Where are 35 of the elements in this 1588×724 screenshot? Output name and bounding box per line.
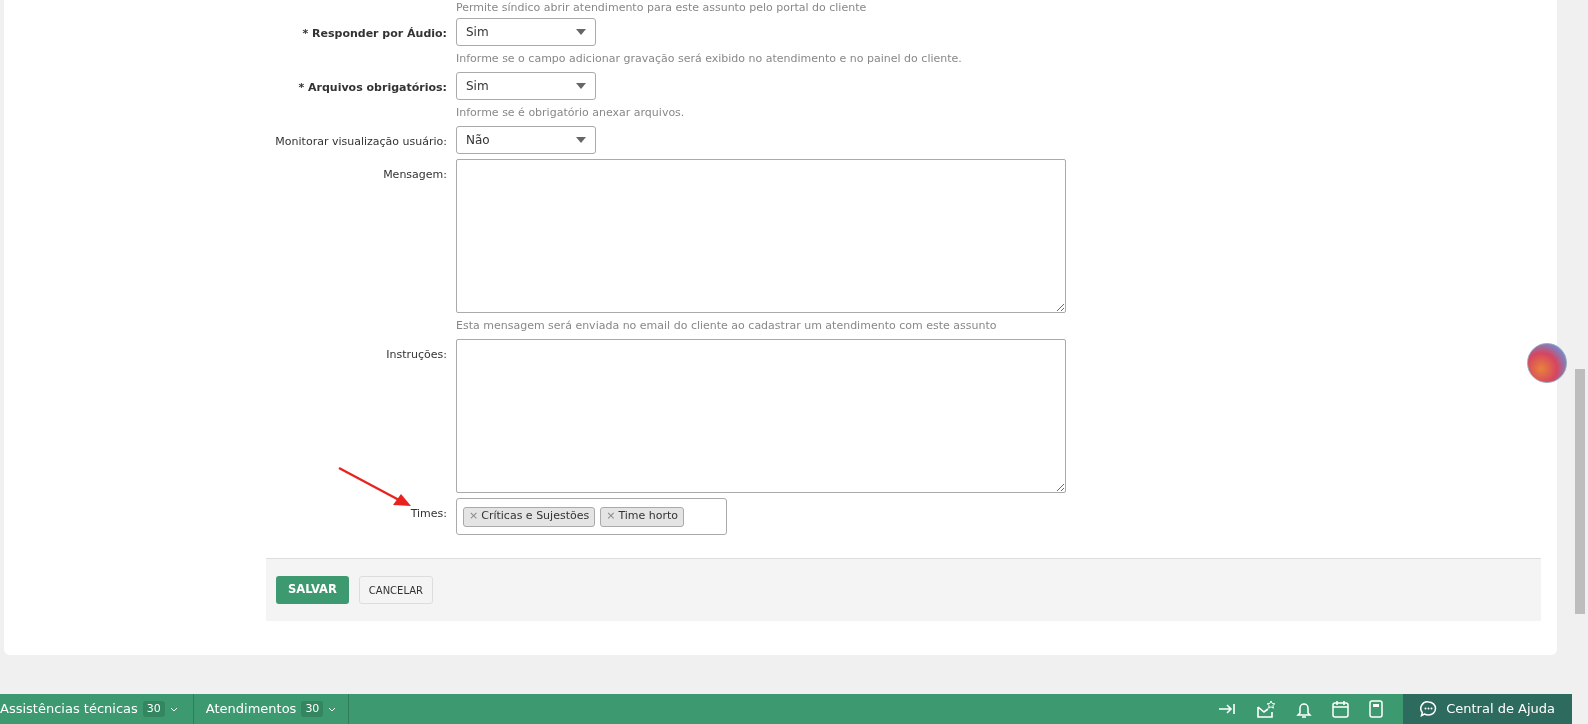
cancel-button[interactable]: CANCELAR xyxy=(358,576,433,604)
field-label: * Arquivos obrigatórios: xyxy=(298,80,447,96)
bottom-bar-tab[interactable]: Assistências técnicas 30 xyxy=(0,694,194,724)
mail-star-icon[interactable] xyxy=(1256,700,1277,718)
tag-chip[interactable]: × Críticas e Sujestões xyxy=(463,506,596,527)
select-field[interactable]: Sim xyxy=(456,72,596,100)
field-label: * Responder por Áudio: xyxy=(302,26,447,42)
select-field[interactable]: Não xyxy=(456,126,596,154)
save-button[interactable]: SALVAR xyxy=(276,576,349,604)
dropdown-caret-icon xyxy=(576,137,586,143)
bottom-bar-tab[interactable]: Atendimentos 30 xyxy=(193,694,350,724)
chevron-down-icon xyxy=(169,706,178,712)
scrollbar-thumb[interactable] xyxy=(1575,369,1585,614)
count-badge: 30 xyxy=(301,700,324,718)
tag-chip[interactable]: × Time horto xyxy=(600,506,685,527)
select-field[interactable]: Sim xyxy=(456,18,596,46)
field-label: Monitorar visualização usuário: xyxy=(275,134,447,150)
collapse-icon[interactable] xyxy=(1218,702,1237,716)
chat-bubble-icon xyxy=(1420,701,1438,717)
tags-input[interactable]: × Críticas e Sujestões × Time horto xyxy=(456,498,727,535)
field-label: Mensagem: xyxy=(383,167,447,183)
field-label: Instruções: xyxy=(386,347,447,363)
dropdown-caret-icon xyxy=(576,83,586,89)
help-text: Esta mensagem será enviada no email do cliente ao cadastrar um atendimento com este assunto xyxy=(456,317,997,334)
help-text: Informe se é obrigatório anexar arquivos. xyxy=(456,104,685,121)
help-text: Informe se o campo adicionar gravação será exibido no atendimento e no painel do cliente. xyxy=(456,50,962,67)
help-center-button[interactable]: Central de Ajuda xyxy=(1403,694,1572,724)
count-badge: 30 xyxy=(142,700,165,718)
help-text: Permite síndico abrir atendimento para este assunto pelo portal do cliente xyxy=(456,0,867,16)
bell-icon[interactable] xyxy=(1296,700,1313,718)
chevron-down-icon xyxy=(328,706,337,712)
field-label: Times: xyxy=(410,506,447,522)
calculator-icon[interactable] xyxy=(1369,700,1384,718)
calendar-icon[interactable] xyxy=(1332,700,1350,718)
dropdown-caret-icon xyxy=(576,29,586,35)
